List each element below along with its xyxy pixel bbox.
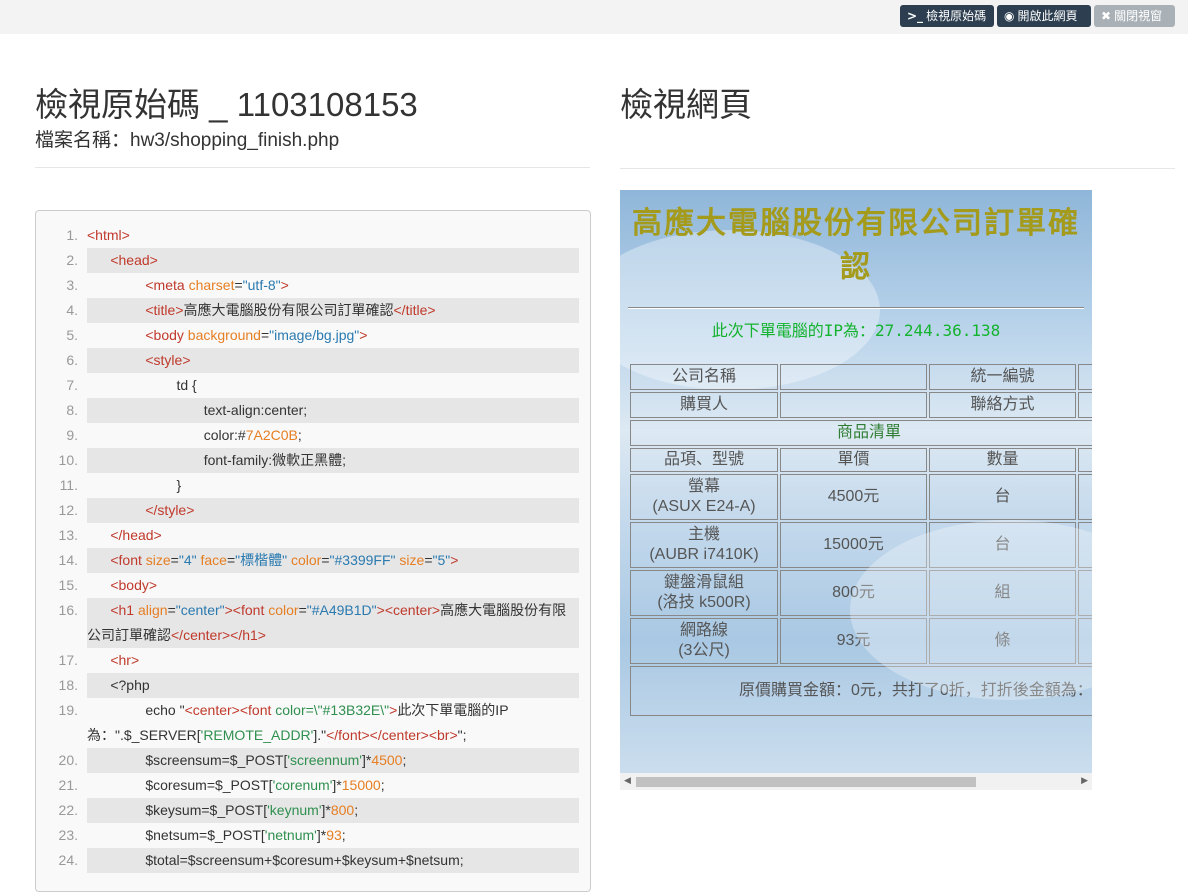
close-window-button[interactable]: ✖ 關閉視窗: [1094, 5, 1175, 27]
table-cell: [1078, 618, 1092, 664]
scroll-left-icon[interactable]: ◀: [624, 775, 631, 786]
table-cell: 原價購買金額：0元，共打了0折，打折後金額為：: [630, 666, 1092, 716]
divider: [35, 167, 590, 168]
scrollbar-thumb[interactable]: [636, 777, 976, 787]
preview-ip-line: 此次下單電腦的IP為：27.244.36.138: [711, 321, 1001, 340]
table-cell: 單價: [780, 448, 927, 472]
file-name-label: 檔案名稱：hw3/shopping_finish.php: [35, 130, 340, 151]
open-page-button[interactable]: ◉ 開啟此網頁: [997, 5, 1091, 27]
horizontal-scrollbar[interactable]: ◀ ▶: [620, 773, 1092, 790]
table-cell: 商品清單: [630, 420, 1092, 446]
table-cell: 聯絡方式: [929, 392, 1076, 418]
divider: [620, 168, 1175, 169]
table-cell: 數量: [929, 448, 1076, 472]
top-toolbar: >_ 檢視原始碼 ◉ 開啟此網頁 ✖ 關閉視窗: [0, 0, 1188, 34]
table-cell: 4500元: [780, 474, 927, 520]
preview-title: 檢視網頁: [620, 86, 752, 123]
table-cell: [1078, 474, 1092, 520]
table-cell: 800元: [780, 570, 927, 616]
table-cell: [780, 364, 927, 390]
table-cell: [780, 392, 927, 418]
table-cell: 93元: [780, 618, 927, 664]
table-cell: 品項、型號: [630, 448, 778, 472]
table-cell: 條: [929, 618, 1076, 664]
table-cell: 台: [929, 522, 1076, 568]
preview-divider: [628, 307, 1084, 309]
table-cell: 螢幕 (ASUX E24-A): [630, 474, 778, 520]
table-cell: [1078, 448, 1092, 472]
web-preview-frame[interactable]: 高應大電腦股份有限公司訂單確認 此次下單電腦的IP為：27.244.36.138…: [620, 190, 1092, 790]
table-cell: [1078, 522, 1092, 568]
table-cell: 購買人: [630, 392, 778, 418]
table-cell: 鍵盤滑鼠組 (洛技 k500R): [630, 570, 778, 616]
globe-icon: ◉: [1004, 9, 1015, 23]
close-icon: ✖: [1101, 9, 1112, 23]
table-cell: 15000元: [780, 522, 927, 568]
table-cell: 台: [929, 474, 1076, 520]
scroll-right-icon[interactable]: ▶: [1081, 775, 1088, 786]
table-cell: 公司名稱: [630, 364, 778, 390]
table-cell: [1078, 364, 1092, 390]
source-code-panel[interactable]: 1. <html> 2. <head> 3. <meta charset="utf…: [35, 210, 591, 892]
source-title: 檢視原始碼 _ 1103108153: [35, 86, 418, 123]
table-cell: 統一編號: [929, 364, 1076, 390]
preview-heading: 高應大電腦股份有限公司訂單確認: [632, 206, 1080, 285]
table-cell: 組: [929, 570, 1076, 616]
table-cell: 網路線 (3公尺): [630, 618, 778, 664]
view-source-button[interactable]: >_ 檢視原始碼: [900, 5, 994, 27]
terminal-icon: >_: [907, 9, 924, 23]
table-cell: [1078, 570, 1092, 616]
table-cell: [1078, 392, 1092, 418]
table-cell: 主機 (AUBR i7410K): [630, 522, 778, 568]
